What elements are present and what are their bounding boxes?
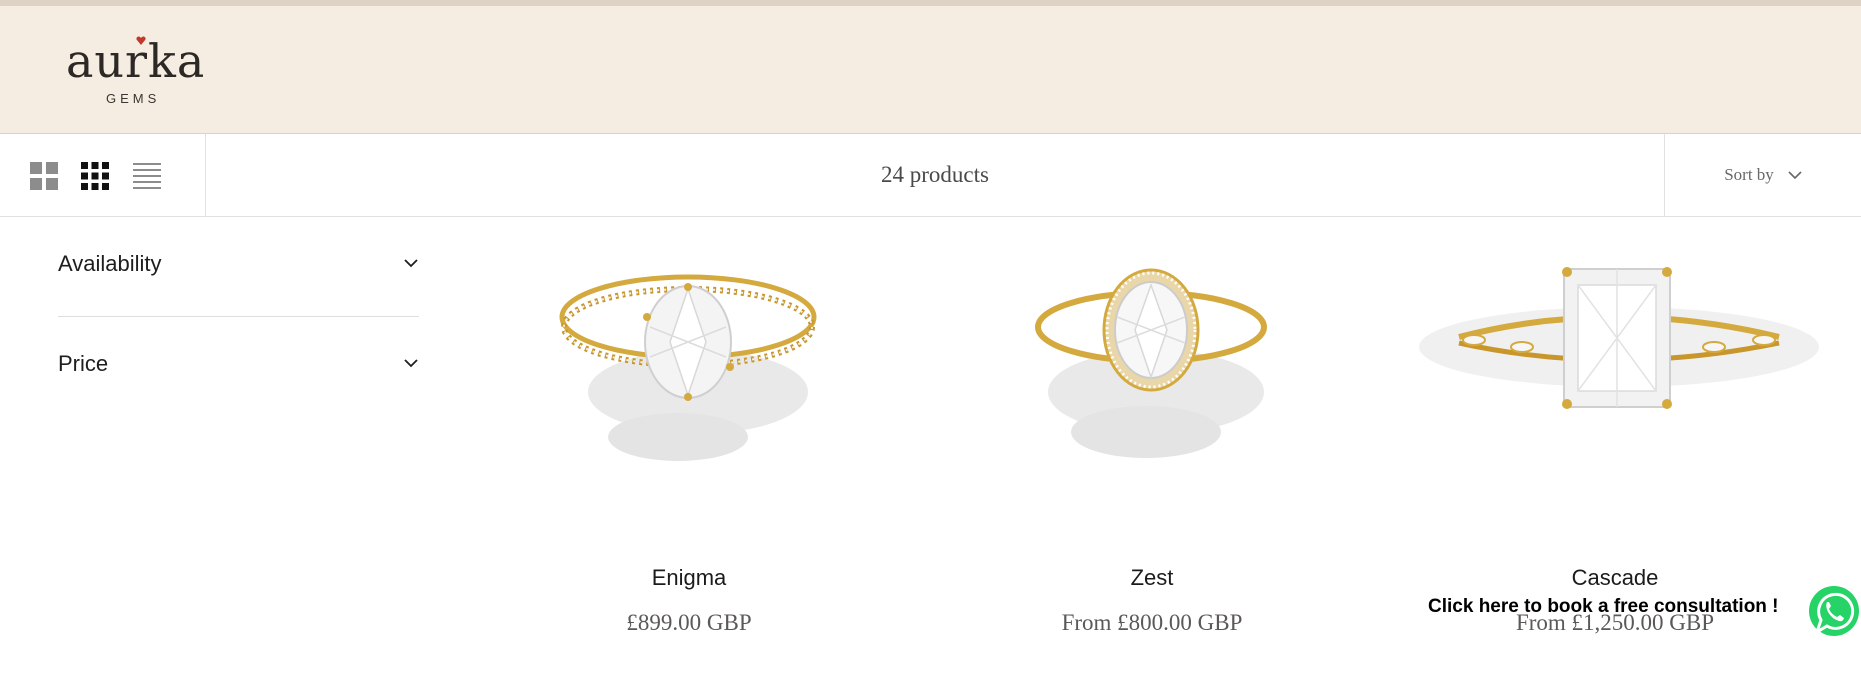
product-image-enigma[interactable]: [458, 227, 920, 517]
product-title[interactable]: Enigma: [458, 565, 920, 591]
list-icon[interactable]: [133, 162, 161, 190]
product-image-zest[interactable]: [921, 227, 1383, 517]
grid-4-icon[interactable]: [81, 162, 109, 190]
site-header: aurka GEMS: [0, 6, 1861, 134]
filter-label: Price: [58, 351, 109, 376]
filter-availability[interactable]: Availability: [58, 217, 419, 317]
product-card-zest: Zest From £800.00 GBP: [921, 217, 1383, 647]
brand-logo[interactable]: aurka GEMS: [66, 34, 204, 114]
layout-switcher: [0, 134, 206, 216]
chevron-down-icon: [1788, 171, 1802, 180]
sort-by-label: Sort by: [1724, 165, 1774, 184]
product-price: £899.00 GBP: [626, 610, 752, 635]
product-title[interactable]: Zest: [921, 565, 1383, 591]
collection-toolbar: 24 products Sort by: [0, 134, 1861, 217]
product-title[interactable]: Cascade: [1384, 565, 1846, 591]
whatsapp-icon[interactable]: [1803, 580, 1861, 642]
consultation-callout[interactable]: Click here to book a free consultation !: [1428, 596, 1779, 618]
filter-sidebar: Availability Price: [58, 217, 419, 417]
product-count: 24 products: [881, 162, 989, 187]
sort-by-dropdown[interactable]: Sort by: [1664, 134, 1861, 216]
filter-label: Availability: [58, 251, 162, 276]
grid-2-icon[interactable]: [30, 162, 58, 190]
chevron-down-icon: [404, 259, 418, 268]
product-price: From £800.00 GBP: [1061, 610, 1243, 635]
product-image-cascade[interactable]: [1384, 227, 1846, 517]
filter-price[interactable]: Price: [58, 317, 419, 417]
product-card-cascade: Cascade From £1,250.00 GBP: [1384, 217, 1846, 647]
logo-subtitle: GEMS: [106, 91, 161, 106]
heart-gem-icon: [136, 36, 146, 45]
chevron-down-icon: [404, 359, 418, 368]
product-card-enigma: Enigma £899.00 GBP: [458, 217, 920, 647]
